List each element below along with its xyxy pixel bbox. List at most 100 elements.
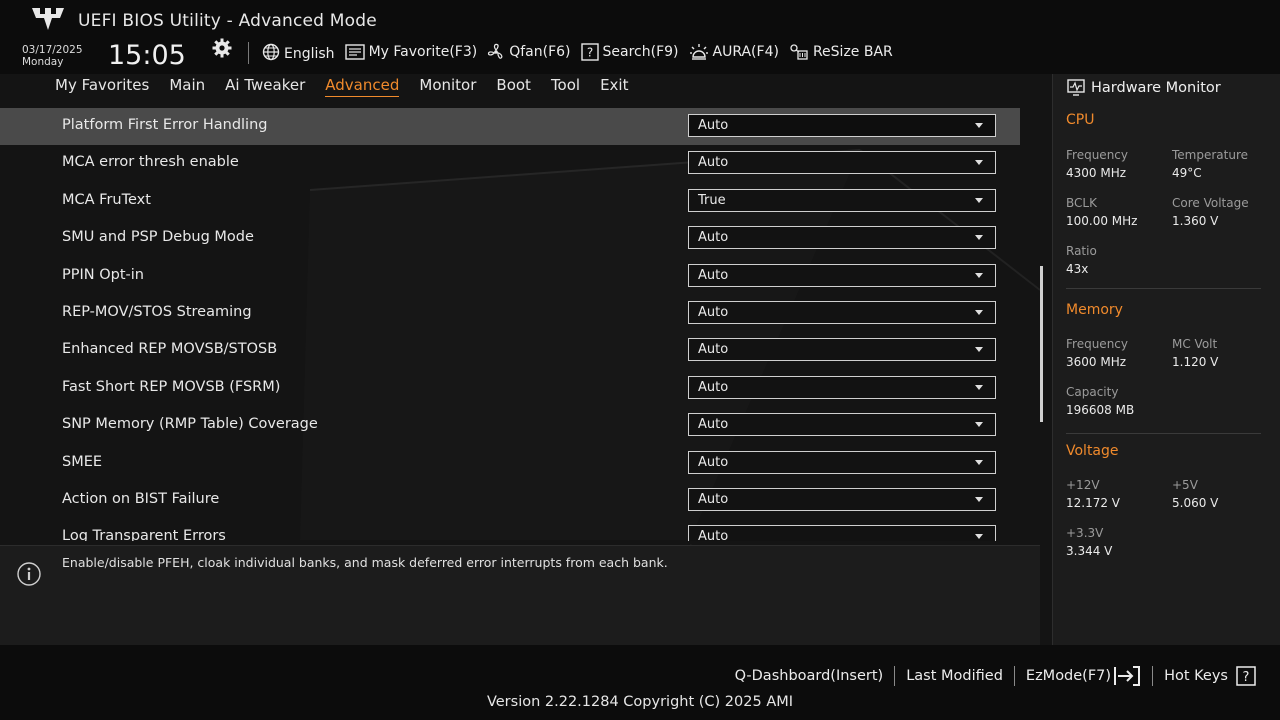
q-dashboard-button[interactable]: Q-Dashboard(Insert) [724,668,895,684]
setting-row-snp-memory-coverage[interactable]: SNP Memory (RMP Table) Coverage Auto [0,407,1040,444]
day-text: Monday [22,56,64,68]
ezmode-button[interactable]: EzMode(F7) [1015,666,1152,686]
header-separator [248,42,249,64]
v12-label: +12V [1066,478,1100,492]
last-modified-button[interactable]: Last Modified [895,668,1014,684]
ratio-label: Ratio [1066,244,1097,258]
tuf-logo-icon [32,8,64,30]
setting-row-platform-first-error-handling[interactable]: Platform First Error Handling Auto [0,108,1020,146]
section-divider [1066,288,1261,289]
tab-ai-tweaker[interactable]: Ai Tweaker [225,76,305,97]
main-nav: My Favorites Main Ai Tweaker Advanced Mo… [55,76,648,97]
search-button[interactable]: ? Search(F9) [580,43,679,61]
setting-label: MCA error thresh enable [62,154,239,171]
ratio-value: 43x [1066,262,1089,276]
cpu-frequency-value: 4300 MHz [1066,166,1127,180]
core-voltage-label: Core Voltage [1172,196,1249,210]
hot-keys-button[interactable]: Hot Keys ? [1153,666,1256,686]
hardware-monitor-title: Hardware Monitor [1067,79,1221,97]
dropdown-value: Auto [698,491,729,507]
setting-row-mca-error-thresh-enable[interactable]: MCA error thresh enable Auto [0,145,1040,182]
setting-row-fast-short-rep-movsb[interactable]: Fast Short REP MOVSB (FSRM) Auto [0,370,1040,407]
setting-row-smu-psp-debug-mode[interactable]: SMU and PSP Debug Mode Auto [0,220,1040,257]
help-question-icon: ? [1236,666,1256,686]
caret-down-icon [975,160,983,166]
aura-label: AURA(F4) [712,44,779,60]
caret-down-icon [975,534,983,540]
setting-dropdown[interactable]: Auto [688,300,996,324]
caret-down-icon [975,309,983,315]
cpu-section-title: CPU [1066,112,1095,128]
tab-monitor[interactable]: Monitor [419,76,476,97]
setting-dropdown[interactable]: Auto [688,375,996,399]
setting-row-rep-mov-stos-streaming[interactable]: REP-MOV/STOS Streaming Auto [0,295,1040,332]
resize-bar-button[interactable]: ReSize BAR [789,43,893,61]
caret-down-icon [975,347,983,353]
setting-dropdown[interactable]: Auto [688,450,996,474]
section-divider [1066,433,1261,434]
settings-list: Platform First Error Handling Auto MCA e… [0,108,1040,541]
setting-row-enhanced-rep-movsb-stosb[interactable]: Enhanced REP MOVSB/STOSB Auto [0,332,1040,369]
setting-dropdown[interactable]: Auto [688,338,996,362]
dropdown-value: Auto [698,342,729,358]
setting-row-ppin-opt-in[interactable]: PPIN Opt-in Auto [0,258,1040,295]
dropdown-value: Auto [698,417,729,433]
v12-value: 12.172 V [1066,496,1121,510]
setting-dropdown[interactable]: Auto [688,525,996,541]
my-favorite-button[interactable]: My Favorite(F3) [344,44,477,60]
setting-row-mca-frutext[interactable]: MCA FruText True [0,183,1040,220]
setting-dropdown[interactable]: Auto [688,413,996,437]
setting-label: Action on BIST Failure [62,490,220,507]
cpu-temperature-label: Temperature [1172,148,1249,162]
svg-text:?: ? [1243,670,1250,685]
setting-dropdown[interactable]: Auto [688,114,996,137]
v33-label: +3.3V [1066,526,1104,540]
setting-label: MCA FruText [62,191,151,208]
tab-tool[interactable]: Tool [551,76,580,97]
mc-volt-value: 1.120 V [1172,355,1219,369]
setting-dropdown[interactable]: Auto [688,263,996,287]
caret-down-icon [975,496,983,502]
setting-label: Log Transparent Errors [62,528,226,541]
setting-dropdown[interactable]: True [688,188,996,212]
tab-exit[interactable]: Exit [600,76,628,97]
qfan-button[interactable]: Qfan(F6) [487,43,571,61]
aura-button[interactable]: AURA(F4) [689,43,779,61]
setting-label: SNP Memory (RMP Table) Coverage [62,416,318,433]
gear-icon[interactable] [212,38,232,58]
help-text: Enable/disable PFEH, cloak individual ba… [62,555,668,570]
tab-advanced[interactable]: Advanced [325,76,400,97]
capacity-value: 196608 MB [1066,403,1135,417]
setting-dropdown[interactable]: Auto [688,487,996,511]
clock-display[interactable]: 15:05 [108,40,186,71]
language-label: English [284,46,335,62]
dropdown-value: Auto [698,267,729,283]
setting-row-smee[interactable]: SMEE Auto [0,445,1040,482]
language-button[interactable]: English [262,42,335,62]
setting-label: Platform First Error Handling [62,117,268,133]
setting-row-action-on-bist-failure[interactable]: Action on BIST Failure Auto [0,482,1040,519]
cpu-temperature-value: 49°C [1172,166,1202,180]
date-text: 03/17/2025 [22,44,83,56]
setting-dropdown[interactable]: Auto [688,226,996,250]
info-icon [17,562,41,586]
dropdown-value: Auto [698,155,729,171]
tab-main[interactable]: Main [169,76,205,97]
capacity-label: Capacity [1066,385,1119,399]
help-panel: Enable/disable PFEH, cloak individual ba… [0,545,1040,646]
globe-icon [262,43,280,61]
resize-bar-icon [790,44,808,60]
v33-value: 3.344 V [1066,544,1113,558]
mc-volt-label: MC Volt [1172,337,1218,351]
dropdown-value: Auto [698,454,729,470]
scrollbar-thumb[interactable] [1040,266,1043,422]
setting-dropdown[interactable]: Auto [688,151,996,175]
fan-icon [488,43,503,59]
aura-light-icon [689,44,708,60]
resize-bar-label: ReSize BAR [812,44,893,60]
tab-boot[interactable]: Boot [496,76,531,97]
date-display: 03/17/2025 Monday [22,44,83,68]
setting-row-log-transparent-errors[interactable]: Log Transparent Errors Auto [0,519,1040,541]
tab-my-favorites[interactable]: My Favorites [55,76,149,97]
setting-label: SMEE [62,453,103,470]
